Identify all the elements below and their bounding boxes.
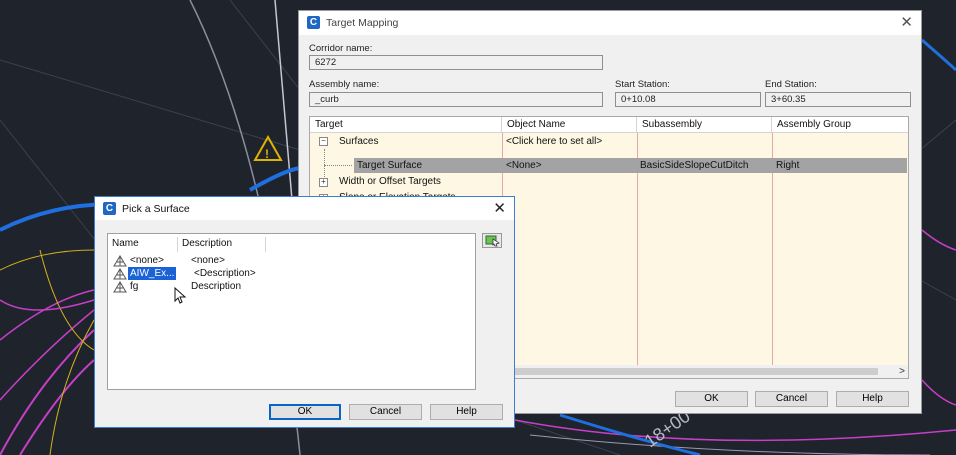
column-header-object-name[interactable]: Object Name (502, 117, 637, 133)
selected-row-highlight (354, 158, 907, 173)
row-target-surface-object-name[interactable]: <None> (506, 160, 542, 171)
surface-icon (113, 255, 127, 267)
civil3d-app-icon: C (307, 16, 320, 29)
row-surfaces-object-name[interactable]: <Click here to set all> (506, 136, 602, 147)
assembly-name-field: _curb (309, 92, 603, 107)
pick-from-drawing-icon[interactable] (482, 233, 502, 248)
end-station-label: End Station: (765, 79, 817, 90)
end-station-field: 3+60.35 (765, 92, 911, 107)
column-header-description[interactable]: Description (178, 237, 266, 252)
help-button[interactable]: Help (430, 404, 503, 420)
surface-list: Name Description <none> <none> AIW_Ex...… (107, 233, 476, 390)
mouse-cursor-icon (174, 287, 187, 304)
list-item[interactable]: AIW_Ex... <Description> (113, 267, 273, 281)
surface-description: <none> (191, 255, 225, 266)
corridor-name-field: 6272 (309, 55, 603, 70)
column-header-subassembly[interactable]: Subassembly (637, 117, 772, 133)
corridor-name-label: Corridor name: (309, 43, 373, 54)
close-icon[interactable]: ✕ (493, 201, 506, 216)
dialog-title: Target Mapping (326, 17, 399, 29)
surface-icon (113, 268, 127, 280)
help-button[interactable]: Help (836, 391, 909, 407)
cancel-button[interactable]: Cancel (755, 391, 828, 407)
surface-name: fg (130, 281, 139, 292)
surface-icon (113, 281, 127, 293)
column-header-name[interactable]: Name (108, 237, 178, 252)
collapse-surfaces-icon[interactable]: − (319, 137, 328, 146)
surface-name: <none> (130, 255, 164, 266)
title-bar: C Target Mapping ✕ (299, 11, 921, 35)
start-station-field: 0+10.08 (615, 92, 761, 107)
cancel-button[interactable]: Cancel (349, 404, 422, 420)
svg-text:!: ! (265, 147, 269, 161)
start-station-label: Start Station: (615, 79, 670, 90)
pick-surface-dialog: C Pick a Surface ✕ Name Description <non… (94, 196, 515, 428)
surface-description: Description (191, 281, 242, 292)
row-width-offset-target[interactable]: Width or Offset Targets (339, 176, 441, 187)
row-target-surface-group[interactable]: Right (776, 160, 799, 171)
scroll-right-icon[interactable]: > (899, 365, 905, 378)
title-bar: C Pick a Surface ✕ (95, 197, 514, 220)
ok-button[interactable]: OK (675, 391, 748, 407)
surface-description: <Description> (194, 268, 256, 279)
expand-width-offset-icon[interactable]: + (319, 178, 328, 187)
ok-button[interactable]: OK (269, 404, 341, 420)
column-header-assembly-group[interactable]: Assembly Group (772, 117, 908, 133)
column-header-target[interactable]: Target (310, 117, 502, 133)
list-item[interactable]: fg Description (113, 281, 273, 294)
dialog-title: Pick a Surface (122, 203, 190, 215)
row-target-surface-subassembly[interactable]: BasicSideSlopeCutDitch (640, 160, 748, 171)
civil3d-app-icon: C (103, 202, 116, 215)
row-surfaces-target[interactable]: Surfaces (339, 136, 378, 147)
close-icon[interactable]: ✕ (900, 15, 913, 30)
assembly-name-label: Assembly name: (309, 79, 380, 90)
row-target-surface-target[interactable]: Target Surface (357, 160, 422, 171)
surface-name-selected: AIW_Ex... (128, 267, 177, 280)
